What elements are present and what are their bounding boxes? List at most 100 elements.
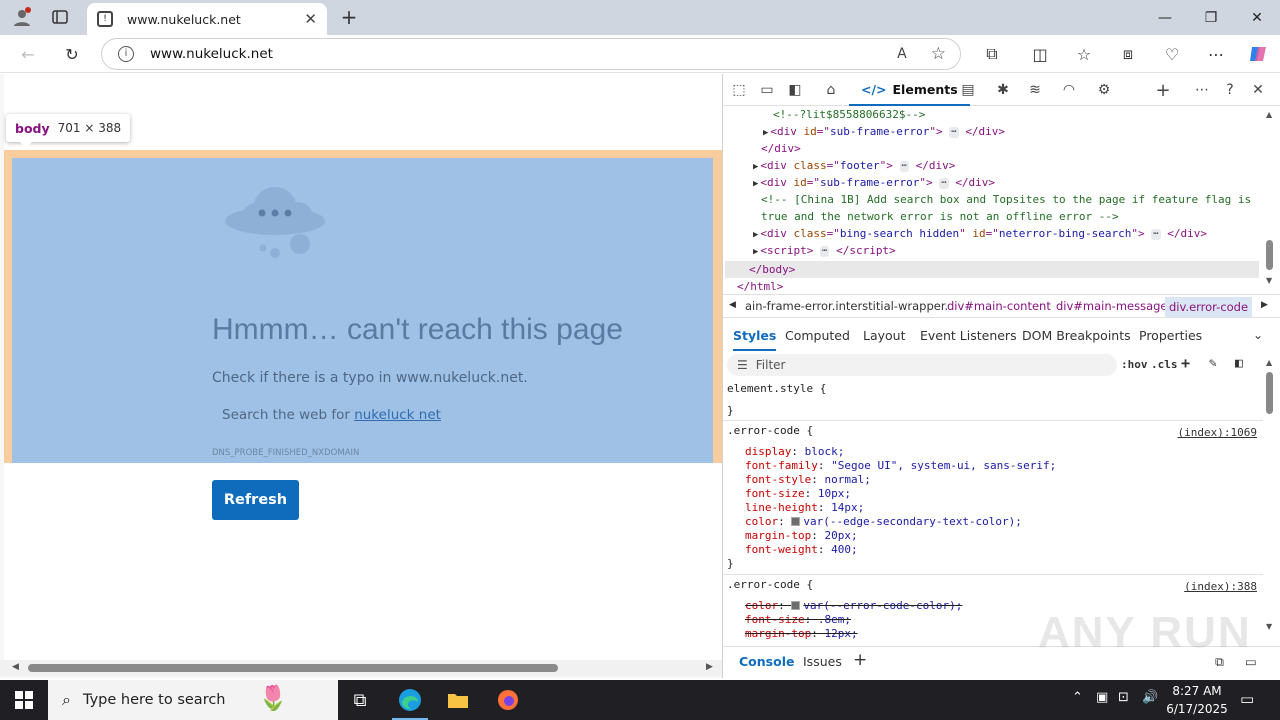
sources-bug-icon[interactable]: ✱	[992, 80, 1014, 100]
class-toggle-button[interactable]: .cls	[1151, 358, 1178, 371]
favorites-icon[interactable]: ☆	[1070, 40, 1098, 68]
hover-state-button[interactable]: :hov	[1121, 358, 1148, 371]
network-wifi-icon[interactable]: ≋	[1024, 80, 1046, 100]
dom-line-comment[interactable]: <!--?lit$8558806632$-->	[773, 106, 925, 123]
close-devtools-icon[interactable]: ✕	[1247, 80, 1269, 100]
tab-event-listeners[interactable]: Event Listeners	[920, 328, 1017, 343]
tab-computed[interactable]: Computed	[785, 328, 850, 343]
scroll-up-icon[interactable]: ▲	[1266, 110, 1272, 119]
breadcrumb-item[interactable]: div#main-message	[1056, 299, 1168, 313]
welcome-home-icon[interactable]: ⌂	[820, 80, 842, 100]
element-style-rule[interactable]: element.style {	[727, 382, 826, 396]
computed-sidebar-icon[interactable]: ◧	[1235, 356, 1243, 371]
site-info-icon[interactable]: i	[118, 46, 134, 62]
tab-actions-icon[interactable]	[46, 4, 74, 30]
rule1-source-link[interactable]: (index):1069	[1178, 426, 1257, 440]
horizontal-scrollbar[interactable]: ◀ ▶	[0, 660, 722, 676]
css-declaration[interactable]: font-size: 10px;	[745, 487, 851, 501]
browser-tab[interactable]: ! www.nukeluck.net ✕	[87, 3, 327, 35]
scroll-down-icon[interactable]: ▼	[1266, 276, 1272, 285]
breadcrumb-item[interactable]: div#main-content	[947, 299, 1051, 313]
system-clock[interactable]: 8:27 AM 6/17/2025	[1162, 682, 1232, 718]
rule2-selector[interactable]: .error-code {	[727, 578, 813, 592]
browser-essentials-icon[interactable]: ♡	[1158, 40, 1186, 68]
volume-icon[interactable]: 🔊	[1142, 690, 1158, 705]
refresh-button[interactable]: Refresh	[212, 480, 299, 520]
styles-scrollbar[interactable]: ▲ ▼	[1263, 358, 1277, 634]
styles-scroll-thumb[interactable]	[1266, 372, 1273, 414]
search-link[interactable]: nukeluck net	[354, 407, 441, 423]
file-explorer-icon[interactable]	[434, 680, 482, 720]
favorite-star-icon[interactable]: ☆	[931, 44, 946, 64]
split-screen-icon[interactable]: ◫	[1026, 40, 1054, 68]
color-swatch[interactable]	[791, 601, 801, 610]
breadcrumb-item-active[interactable]: div.error-code	[1165, 297, 1253, 317]
rule2-source-link[interactable]: (index):388	[1184, 580, 1257, 594]
more-tools-plus-icon[interactable]: +	[1152, 80, 1174, 101]
css-declaration[interactable]: font-weight: 400;	[745, 543, 858, 557]
styles-filter-input[interactable]: ☰ Filter	[727, 354, 1117, 376]
css-declaration-overridden[interactable]: font-size: .8em;	[745, 613, 851, 627]
dom-line-close-div[interactable]: </div>	[761, 140, 801, 157]
restore-button[interactable]: ❐	[1188, 0, 1234, 35]
tray-chevron-icon[interactable]: ⌃	[1072, 690, 1083, 705]
scroll-up-icon[interactable]: ▲	[1266, 358, 1272, 367]
dom-line-comment-b[interactable]: true and the network error is not an off…	[761, 208, 1119, 225]
settings-gear-icon[interactable]: ⚙	[1093, 80, 1115, 100]
chevron-down-icon[interactable]: ⌄	[1253, 328, 1263, 342]
start-button[interactable]	[0, 680, 48, 720]
scroll-right-icon[interactable]: ▶	[706, 662, 713, 672]
copilot-icon[interactable]	[1244, 40, 1272, 68]
css-declaration[interactable]: line-height: 14px;	[745, 501, 864, 515]
tray-device-icon[interactable]: ▣	[1096, 690, 1108, 705]
styles-pane[interactable]: element.style { } .error-code { (index):…	[723, 378, 1263, 640]
more-menu-icon[interactable]: ⋯	[1202, 40, 1230, 68]
read-aloud-icon[interactable]: A	[897, 46, 907, 62]
tab-dom-breakpoints[interactable]: DOM Breakpoints	[1022, 328, 1131, 343]
scroll-left-icon[interactable]: ◀	[12, 662, 19, 672]
drawer-tab-console[interactable]: Console	[739, 654, 794, 669]
css-declaration[interactable]: display: block;	[745, 445, 844, 459]
dom-scroll-thumb[interactable]	[1266, 240, 1273, 270]
css-declaration[interactable]: color: var(--edge-secondary-text-color);	[745, 515, 1022, 529]
breadcrumb-right-icon[interactable]: ▶	[1261, 300, 1268, 310]
dom-line-close-html[interactable]: </html>	[737, 278, 783, 292]
device-emulation-icon[interactable]: ▭	[756, 80, 778, 100]
scroll-down-icon[interactable]: ▼	[1266, 622, 1272, 631]
edge-app-icon[interactable]	[386, 680, 434, 720]
performance-icon[interactable]: ◠	[1058, 80, 1080, 100]
close-tab-icon[interactable]: ✕	[304, 10, 317, 28]
collections-icon[interactable]: ⧈	[1114, 40, 1142, 68]
minimize-button[interactable]: —	[1142, 0, 1188, 35]
css-declaration[interactable]: font-family: "Segoe UI", system-ui, sans…	[745, 459, 1056, 473]
tab-layout[interactable]: Layout	[863, 328, 906, 343]
dom-scrollbar[interactable]: ▲ ▼	[1263, 110, 1277, 286]
inspect-element-icon[interactable]: ⬚	[728, 80, 750, 100]
scroll-thumb[interactable]	[28, 664, 558, 672]
taskbar-search-box[interactable]: ⌕ Type here to search 🌷	[48, 680, 338, 720]
dock-sidebar-icon[interactable]: ◧	[784, 80, 806, 100]
tab-elements[interactable]: </> Elements	[849, 74, 970, 106]
new-rule-icon[interactable]: +	[1181, 354, 1190, 372]
help-icon[interactable]: ?	[1219, 80, 1241, 100]
reload-icon[interactable]: ↻	[58, 40, 86, 68]
dom-line-close-body[interactable]: </body>	[749, 261, 795, 278]
css-declaration-overridden[interactable]: color: var(--error-code-color);	[745, 599, 962, 613]
breadcrumb-item[interactable]: ain-frame-error.interstitial-wrapper.	[745, 299, 948, 313]
tab-properties[interactable]: Properties	[1139, 328, 1202, 343]
notifications-icon[interactable]: ▭	[1240, 690, 1254, 708]
new-tab-icon[interactable]: +	[336, 4, 362, 30]
console-tab-icon[interactable]: ▤	[957, 80, 979, 100]
dom-tree[interactable]: <!--?lit$8558806632$--> ▶ <div id="sub-fr…	[723, 106, 1263, 292]
dom-line-script[interactable]: ▶ <script> ⋯ </script>	[753, 242, 896, 261]
network-icon[interactable]: ⊡	[1118, 690, 1129, 705]
css-declaration-overridden[interactable]: margin-top: 12px;	[745, 627, 858, 640]
css-declaration[interactable]: font-style: normal;	[745, 473, 871, 487]
breadcrumb-left-icon[interactable]: ◀	[729, 300, 736, 310]
dom-line-comment-a[interactable]: <!-- [China 1B] Add search box and Topsi…	[761, 191, 1251, 208]
drawer-tab-issues[interactable]: Issues	[803, 654, 842, 669]
task-view-icon[interactable]: ⧉	[336, 680, 384, 720]
devtools-more-icon[interactable]: ⋯	[1191, 80, 1213, 100]
firefox-icon[interactable]	[484, 680, 532, 720]
tab-styles[interactable]: Styles	[733, 328, 777, 351]
